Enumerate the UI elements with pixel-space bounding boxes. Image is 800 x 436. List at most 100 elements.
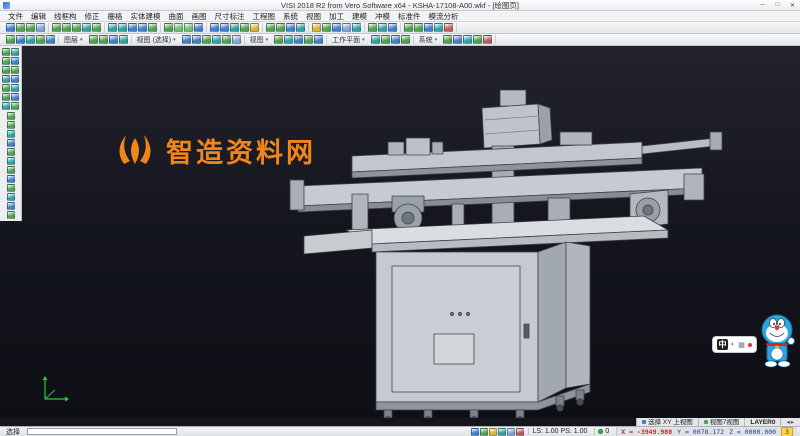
toolbar-label-view[interactable]: 视图 ▾: [245, 35, 272, 45]
layer-nav-arrows[interactable]: ◂▸: [780, 418, 800, 426]
toolbar-icon[interactable]: [296, 23, 305, 32]
toolbar-icon[interactable]: [7, 211, 15, 219]
menu-item[interactable]: 视图: [302, 11, 325, 22]
toolbar-icon[interactable]: [250, 23, 259, 32]
toolbar-icon[interactable]: [2, 102, 10, 110]
toolbar-icon[interactable]: [222, 35, 231, 44]
toolbar-icon[interactable]: [414, 23, 423, 32]
toolbar-icon[interactable]: [2, 48, 10, 56]
toolbar-icon[interactable]: [444, 23, 453, 32]
toolbar-icon[interactable]: [463, 35, 472, 44]
toolbar-icon[interactable]: [232, 35, 241, 44]
toolbar-icon[interactable]: [7, 148, 15, 156]
toolbar-icon[interactable]: [434, 23, 443, 32]
toolbar-icon[interactable]: [7, 139, 15, 147]
minimize-button[interactable]: ─: [755, 0, 770, 10]
toolbar-icon[interactable]: [507, 428, 515, 436]
toolbar-icon[interactable]: [483, 35, 492, 44]
toolbar-icon[interactable]: [119, 35, 128, 44]
toolbar-icon[interactable]: [11, 66, 19, 74]
toolbar-icon[interactable]: [7, 202, 15, 210]
viewport[interactable]: 智造资料网 中 ◐ ▦: [0, 46, 800, 418]
toolbar-icon[interactable]: [2, 57, 10, 65]
toolbar-label-view-select[interactable]: 视图 (选择) ▾: [132, 35, 179, 45]
toolbar-icon[interactable]: [480, 428, 488, 436]
menu-item[interactable]: 曲面: [165, 11, 188, 22]
toolbar-icon[interactable]: [498, 428, 506, 436]
toolbar-icon[interactable]: [148, 23, 157, 32]
toolbar-icon[interactable]: [184, 23, 193, 32]
menu-item[interactable]: 标准件: [394, 11, 425, 22]
toolbar-icon[interactable]: [11, 75, 19, 83]
toolbar-icon[interactable]: [332, 23, 341, 32]
menu-item[interactable]: 尺寸标注: [211, 11, 249, 22]
toolbar-icon[interactable]: [381, 35, 390, 44]
toolbar-icon[interactable]: [391, 35, 400, 44]
ime-halfwidth-icon[interactable]: ◐: [731, 341, 735, 348]
toolbar-icon[interactable]: [11, 84, 19, 92]
toolbar-icon[interactable]: [471, 428, 479, 436]
toolbar-icon[interactable]: [7, 184, 15, 192]
toolbar-icon[interactable]: [16, 35, 25, 44]
toolbar-icon[interactable]: [7, 193, 15, 201]
toolbar-icon[interactable]: [312, 23, 321, 32]
toolbar-icon[interactable]: [230, 23, 239, 32]
menu-item[interactable]: 模流分析: [425, 11, 463, 22]
toolbar-icon[interactable]: [11, 57, 19, 65]
menu-item[interactable]: 编辑: [27, 11, 50, 22]
toolbar-icon[interactable]: [368, 23, 377, 32]
toolbar-icon[interactable]: [92, 23, 101, 32]
toolbar-icon[interactable]: [388, 23, 397, 32]
toolbar-icon[interactable]: [99, 35, 108, 44]
toolbar-icon[interactable]: [240, 23, 249, 32]
toolbar-icon[interactable]: [7, 130, 15, 138]
toolbar-icon[interactable]: [164, 23, 173, 32]
menu-item[interactable]: 实体建模: [127, 11, 165, 22]
toolbar-icon[interactable]: [11, 102, 19, 110]
menu-item[interactable]: 建模: [348, 11, 371, 22]
menu-item[interactable]: 修正: [81, 11, 104, 22]
menu-item[interactable]: 文件: [4, 11, 27, 22]
toolbar-label-workplane[interactable]: 工作平面 ▾: [327, 35, 368, 45]
toolbar-label-layers[interactable]: 图层 ▾: [59, 35, 86, 45]
toolbar-icon[interactable]: [16, 23, 25, 32]
ime-language-badge[interactable]: 中: [717, 339, 728, 350]
toolbar-icon[interactable]: [2, 93, 10, 101]
toolbar-icon[interactable]: [108, 23, 117, 32]
toolbar-icon[interactable]: [138, 23, 147, 32]
toolbar-icon[interactable]: [89, 35, 98, 44]
toolbar-icon[interactable]: [202, 35, 211, 44]
toolbar-icon[interactable]: [7, 157, 15, 165]
menu-item[interactable]: 线框构: [50, 11, 81, 22]
command-input[interactable]: [27, 428, 177, 435]
toolbar-icon[interactable]: [276, 23, 285, 32]
status-view-alt[interactable]: 视图7视图: [698, 418, 745, 426]
toolbar-icon[interactable]: [266, 23, 275, 32]
toolbar-icon[interactable]: [182, 35, 191, 44]
menu-item[interactable]: 冲模: [371, 11, 394, 22]
status-view-mode[interactable]: 选择 XY 上视图: [636, 418, 698, 426]
layer-indicator[interactable]: LAYER0: [744, 418, 780, 426]
toolbar-icon[interactable]: [11, 93, 19, 101]
toolbar-icon[interactable]: [212, 35, 221, 44]
toolbar-icon[interactable]: [26, 23, 35, 32]
maximize-button[interactable]: □: [770, 0, 785, 10]
toolbar-icon[interactable]: [453, 35, 462, 44]
toolbar-icon[interactable]: [11, 48, 19, 56]
toolbar-icon[interactable]: [6, 35, 15, 44]
menu-item[interactable]: 加工: [325, 11, 348, 22]
toolbar-icon[interactable]: [2, 75, 10, 83]
toolbar-icon[interactable]: [7, 112, 15, 120]
toolbar-icon[interactable]: [294, 35, 303, 44]
menu-item[interactable]: 画图: [188, 11, 211, 22]
toolbar-icon[interactable]: [378, 23, 387, 32]
close-button[interactable]: ✕: [785, 0, 800, 10]
toolbar-icon[interactable]: [314, 35, 323, 44]
toolbar-icon[interactable]: [7, 166, 15, 174]
toolbar-icon[interactable]: [7, 121, 15, 129]
toolbar-icon[interactable]: [286, 23, 295, 32]
toolbar-icon[interactable]: [194, 23, 203, 32]
toolbar-icon[interactable]: [6, 23, 15, 32]
toolbar-icon[interactable]: [7, 175, 15, 183]
toolbar-icon[interactable]: [371, 35, 380, 44]
